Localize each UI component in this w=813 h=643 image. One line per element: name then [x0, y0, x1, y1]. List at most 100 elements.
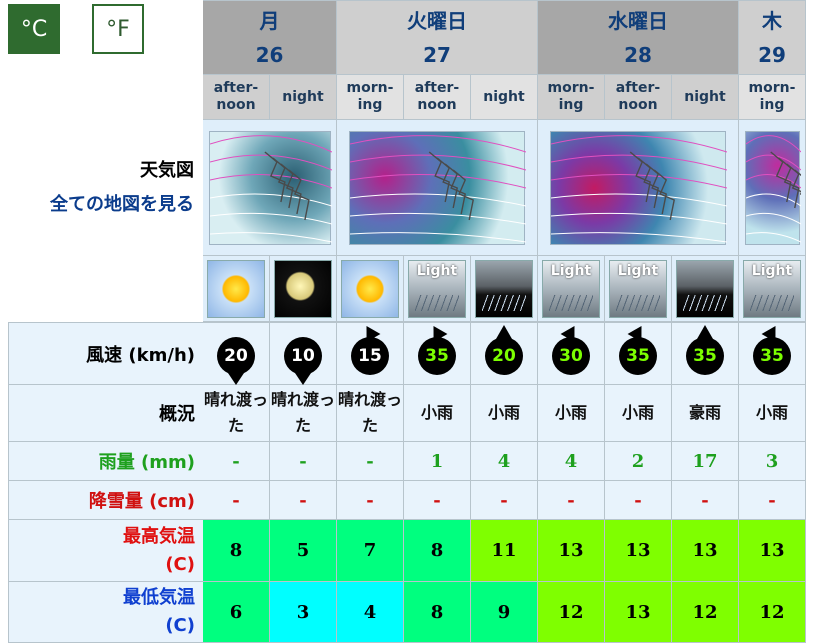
weather-icon-cell: Light — [605, 256, 672, 322]
tmin-cell: 8 — [404, 582, 471, 643]
celsius-button[interactable]: °C — [8, 4, 60, 54]
period-label: morn- ing — [337, 75, 404, 120]
rain-cell: 3 — [739, 442, 806, 481]
light-rain-icon: Light — [743, 259, 801, 318]
isobar-line — [550, 212, 728, 224]
wind-cell: 15 — [337, 321, 404, 385]
temp-unit: (C) — [165, 553, 195, 575]
wind-speed-value: 30 — [552, 336, 590, 375]
day-date: 27 — [423, 42, 451, 67]
summary-cell: 晴れ渡っ た — [203, 385, 270, 442]
forecast-widget: °C °F 天気図 全ての地図を見る 月 26 火曜日 27 水曜日 28 木 29 after… — [0, 0, 813, 643]
wind-speed-value: 35 — [619, 336, 657, 375]
tmax-label-text: 最高気温 — [123, 525, 195, 547]
tmin-cell: 3 — [270, 582, 337, 643]
summary-cell: 晴れ渡っ た — [337, 385, 404, 442]
weather-map-image[interactable] — [208, 130, 332, 245]
map-cell — [538, 120, 739, 256]
snow-cell: - — [672, 481, 739, 520]
wind-cell: 10 — [270, 322, 337, 385]
tmax-cell: 13 — [538, 520, 605, 582]
rain-cell: - — [337, 442, 404, 481]
map-isobars — [209, 134, 332, 242]
sunny-icon — [341, 259, 399, 318]
wind-cell: 30 — [538, 321, 605, 385]
weather-map-image[interactable] — [744, 130, 813, 245]
wind-speed-label: 風速 (km/h) — [8, 322, 203, 385]
snow-cell: - — [337, 481, 404, 520]
day-header: 水曜日 28 — [538, 0, 739, 75]
day-header: 月 26 — [203, 0, 337, 75]
weather-map-title: 天気図 — [140, 160, 194, 181]
isobar-line — [349, 134, 527, 152]
isobar-line — [550, 231, 728, 242]
isobar-line — [550, 192, 728, 206]
rain-cell: 4 — [471, 442, 538, 481]
rain-drops — [683, 294, 727, 311]
tmin-cell: 12 — [538, 582, 605, 643]
isobar-line — [745, 212, 801, 224]
day-name: 火曜日 — [407, 8, 467, 33]
map-isobars — [550, 134, 728, 242]
snow-cell: - — [605, 481, 672, 520]
wind-indicator: 10 — [280, 323, 326, 385]
weather-icon-cell: Light — [538, 256, 605, 322]
isobar-line — [349, 192, 527, 206]
weather-map-image[interactable] — [550, 130, 728, 245]
isobar-line — [209, 193, 332, 206]
wind-speed-value: 15 — [351, 336, 389, 375]
fahrenheit-button[interactable]: °F — [92, 4, 144, 54]
tmax-label: 最高気温 (C) — [8, 520, 203, 582]
map-cell — [203, 120, 337, 256]
wind-indicator: 35 — [414, 321, 460, 385]
snow-cell: - — [471, 481, 538, 520]
period-label: after- noon — [404, 75, 471, 120]
wind-cell: 20 — [471, 322, 538, 385]
tmin-label-text: 最低気温 — [123, 587, 195, 608]
tmax-cell: 13 — [605, 520, 672, 582]
wind-speed-value: 35 — [753, 336, 791, 375]
tmin-cell: 9 — [471, 582, 538, 643]
period-label: after- noon — [203, 75, 270, 120]
weather-map-image[interactable] — [349, 130, 527, 245]
isobar-line — [745, 134, 801, 152]
heavy-rain-night-icon — [676, 259, 734, 318]
tmax-cell: 7 — [337, 520, 404, 582]
rain-drops — [549, 294, 593, 311]
icon-light-text: Light — [416, 262, 458, 279]
isobar-line — [550, 134, 728, 152]
day-name: 水曜日 — [608, 8, 668, 33]
icon-light-text: Light — [550, 262, 592, 279]
tmin-cell: 12 — [672, 582, 739, 643]
period-label: morn- ing — [538, 75, 605, 120]
light-rain-icon: Light — [542, 259, 600, 318]
summary-cell: 小雨 — [739, 385, 806, 442]
tmax-cell: 11 — [471, 520, 538, 582]
snow-label: 降雪量 (cm) — [8, 481, 203, 520]
snow-cell: - — [404, 481, 471, 520]
view-all-maps-link[interactable]: 全ての地図を見る — [50, 188, 194, 222]
wind-speed-value: 35 — [418, 336, 456, 375]
wind-cell: 35 — [739, 321, 806, 385]
wind-indicator: 35 — [749, 321, 795, 385]
light-rain-icon: Light — [609, 259, 667, 318]
wind-indicator: 20 — [481, 323, 527, 385]
period-label: night — [270, 75, 337, 120]
isobar-line — [745, 231, 801, 242]
rain-cell: 1 — [404, 442, 471, 481]
weather-icon-cell — [203, 256, 270, 322]
wind-indicator: 30 — [548, 321, 594, 385]
snow-cell: - — [739, 481, 806, 520]
wind-indicator: 20 — [213, 323, 259, 385]
period-label: night — [471, 75, 538, 120]
summary-cell: 晴れ渡っ た — [270, 385, 337, 442]
rain-cell: - — [203, 442, 270, 481]
wind-cell: 35 — [404, 321, 471, 385]
wind-indicator: 35 — [615, 321, 661, 385]
day-header: 木 29 — [739, 0, 806, 75]
wind-cell: 20 — [203, 322, 270, 385]
wind-indicator: 35 — [682, 323, 728, 385]
tmin-cell: 4 — [337, 582, 404, 643]
period-label: morn- ing — [739, 75, 806, 120]
period-label: after- noon — [605, 75, 672, 120]
